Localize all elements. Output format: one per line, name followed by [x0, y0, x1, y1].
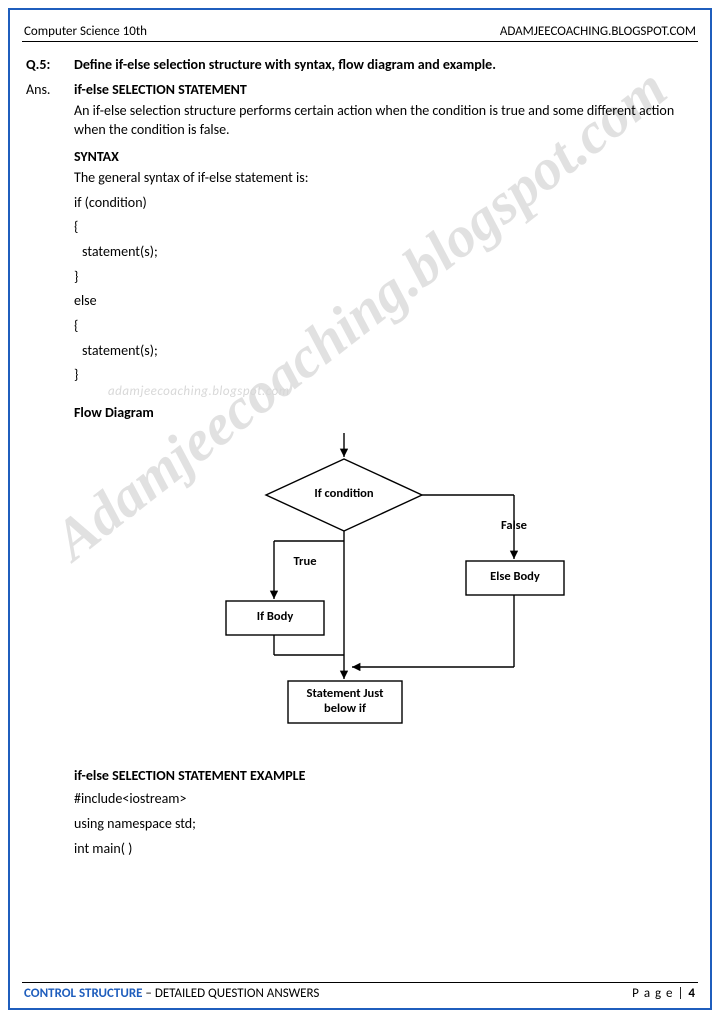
example-line: #include<iostream> [74, 788, 694, 810]
syntax-lead: The general syntax of if-else statement … [74, 169, 694, 188]
question-row: Q.5: Define if-else selection structure … [26, 56, 694, 73]
header-right: ADAMJEECOACHING.BLOGSPOT.COM [500, 24, 696, 39]
flow-heading: Flow Diagram [74, 404, 694, 421]
footer-topic-rest: – DETAILED QUESTION ANSWERS [142, 986, 319, 1001]
syntax-line: if (condition) [74, 192, 694, 214]
answer-title: if-else SELECTION STATEMENT [74, 81, 694, 98]
example-line: int main( ) [74, 838, 694, 860]
answer-label: Ans. [26, 81, 64, 862]
flow-after-label: Statement Just below if [292, 687, 398, 716]
syntax-line: else [74, 290, 694, 312]
syntax-heading: SYNTAX [74, 148, 694, 165]
flow-true-label: True [280, 555, 330, 569]
question-text: Define if-else selection structure with … [74, 56, 694, 73]
page-footer: CONTROL STRUCTURE – DETAILED QUESTION AN… [22, 982, 698, 1002]
footer-page-num: 4 [688, 986, 696, 1001]
footer-right: P a g e | 4 [632, 986, 696, 1001]
page-content: Q.5: Define if-else selection structure … [22, 56, 698, 974]
flow-if-body-label: If Body [236, 610, 314, 624]
answer-intro: An if-else selection structure performs … [74, 102, 694, 140]
flow-else-body-label: Else Body [476, 570, 554, 584]
syntax-line: { [74, 315, 694, 337]
flow-condition-label: If condition [304, 487, 384, 501]
footer-page-label: P a g e [632, 986, 673, 1001]
syntax-line: { [74, 216, 694, 238]
flowchart: If condition False True Else Body If Bod… [184, 429, 604, 749]
example-heading: if-else SELECTION STATEMENT EXAMPLE [74, 767, 694, 784]
syntax-line: statement(s); [74, 241, 694, 263]
answer-row: Ans. if-else SELECTION STATEMENT An if-e… [26, 81, 694, 862]
syntax-line: statement(s); [74, 340, 694, 362]
syntax-line: } [74, 364, 694, 386]
footer-topic-highlight: CONTROL STRUCTURE [24, 986, 142, 1001]
answer-body: if-else SELECTION STATEMENT An if-else s… [74, 81, 694, 862]
footer-page-sep: | [674, 986, 689, 1001]
syntax-line: } [74, 266, 694, 288]
page-header: Computer Science 10th ADAMJEECOACHING.BL… [22, 18, 698, 42]
footer-left: CONTROL STRUCTURE – DETAILED QUESTION AN… [24, 986, 319, 1001]
question-number: Q.5: [26, 56, 64, 73]
example-line: using namespace std; [74, 813, 694, 835]
header-left: Computer Science 10th [24, 24, 147, 39]
flow-false-label: False [484, 519, 544, 533]
